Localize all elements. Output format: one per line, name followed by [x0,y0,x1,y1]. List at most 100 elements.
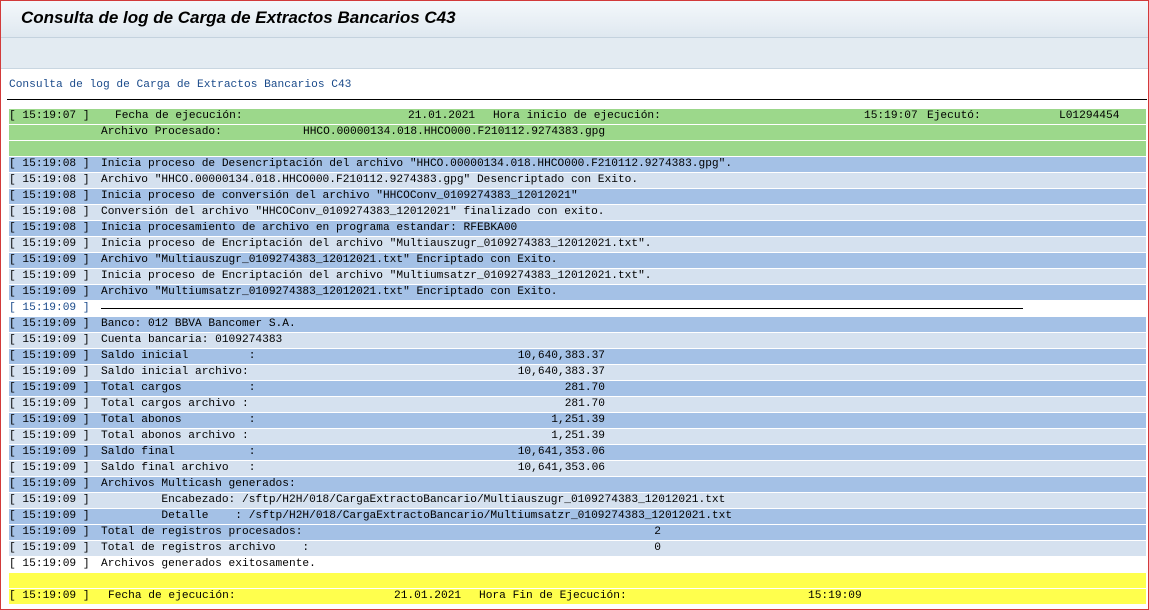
log-message: Total cargos archivo : [101,398,249,410]
timestamp: [ 15:19:09 ] [9,302,90,314]
timestamp: [ 15:19:09 ] [9,542,90,554]
timestamp: [ 15:19:08 ] [9,158,90,170]
log-message: Conversión del archivo "HHCOConv_0109274… [101,206,605,218]
log-message: Archivo "Multiumsatzr_0109274383_1201202… [101,286,558,298]
log-row: [ 15:19:08 ] Inicia proceso de conversión… [9,189,1146,204]
timestamp: [ 15:19:09 ] [9,334,90,346]
log-message: Saldo inicial archivo: [101,366,249,378]
timestamp: [ 15:19:07 ] [9,110,90,122]
timestamp: [ 15:19:09 ] [9,462,90,474]
log-message: Total de registros archivo : [101,542,310,554]
log-row: [ 15:19:09 ] Cuenta bancaria: 0109274383 [9,333,1146,348]
archivo-label: Archivo Procesado: [101,126,222,138]
timestamp: [ 15:19:09 ] [9,446,90,458]
hora-label: Hora Fin de Ejecución: [479,590,627,602]
log-row: [ 15:19:08 ] Inicia proceso de Desencript… [9,157,1146,172]
log-value: 10,640,383.37 [517,350,605,362]
log-row: [ 15:19:09 ] Total abonos : 1,251.39 [9,413,1146,428]
log-message: Saldo inicial : [101,350,256,362]
fecha-value: 21.01.2021 [408,110,476,122]
timestamp: [ 15:19:09 ] [9,558,90,570]
log-message: Banco: 012 BBVA Bancomer S.A. [101,318,296,330]
timestamp: [ 15:19:09 ] [9,254,90,266]
window-title: Consulta de log de Carga de Extractos Ba… [21,8,456,27]
final-message: Archivos generados exitosamente. [101,558,316,570]
timestamp: [ 15:19:09 ] [9,270,90,282]
log-message: Inicia proceso de Desencriptación del ar… [101,158,733,170]
archivo-value: HHCO.00000134.018.HHCO000.F210112.927438… [303,126,606,138]
log-value: 1,251.39 [551,414,605,426]
summary-list: [ 15:19:09 ] Banco: 012 BBVA Bancomer S.A… [9,317,1146,524]
timestamp: [ 15:19:08 ] [9,190,90,202]
timestamp: [ 15:19:09 ] [9,286,90,298]
ejecuto-value: L01294454 [1059,110,1120,122]
log-row: [ 15:19:09 ] Saldo inicial : 10,640,383.37 [9,349,1146,364]
log-row: [ 15:19:09 ] Saldo final archivo : 10,641,… [9,461,1146,476]
log-row: [ 15:19:09 ] Archivo "Multiumsatzr_010927… [9,285,1146,300]
log-row: [ 15:19:09 ] Detalle : /sftp/H2H/018/Car… [9,509,1146,524]
log-message: Archivo "Multiauszugr_0109274383_1201202… [101,254,558,266]
footer-blank-row [9,573,1146,588]
log-value: 0 [654,542,661,554]
timestamp: [ 15:19:09 ] [9,318,90,330]
timestamp: [ 15:19:09 ] [9,366,90,378]
timestamp: [ 15:19:08 ] [9,206,90,218]
registros-list: [ 15:19:09 ] Total de registros procesado… [9,525,1146,556]
timestamp: [ 15:19:09 ] [9,478,90,490]
log-row: [ 15:19:08 ] Conversión del archivo "HHCO… [9,205,1146,220]
log-row: [ 15:19:09 ] Total abonos archivo : 1,251.… [9,429,1146,444]
timestamp: [ 15:19:09 ] [9,398,90,410]
title-bar: Consulta de log de Carga de Extractos Ba… [1,1,1148,38]
fecha-value: 21.01.2021 [394,590,462,602]
log-row: [ 15:19:09 ] Archivo "Multiauszugr_010927… [9,253,1146,268]
log-message: Total abonos archivo : [101,430,249,442]
timestamp: [ 15:19:09 ] [9,382,90,394]
log-value: 2 [654,526,661,538]
log-row: [ 15:19:08 ] Archivo "HHCO.00000134.018.H… [9,173,1146,188]
log-message: Inicia proceso de conversión del archivo… [101,190,578,202]
log-value: 10,640,383.37 [517,366,605,378]
log-message: Total cargos : [101,382,256,394]
log-message: Cuenta bancaria: 0109274383 [101,334,283,346]
final-message-row: [ 15:19:09 ] Archivos generados exitosam… [9,557,1146,572]
log-row: [ 15:19:09 ] Saldo final : 10,641,353.06 [9,445,1146,460]
timestamp: [ 15:19:09 ] [9,510,90,522]
log-row: [ 15:19:09 ] Encabezado: /sftp/H2H/018/C… [9,493,1146,508]
timestamp: [ 15:19:09 ] [9,494,90,506]
timestamp: [ 15:19:09 ] [9,414,90,426]
log-value: 10,641,353.06 [517,446,605,458]
timestamp: [ 15:19:09 ] [9,430,90,442]
ejecuto-label: Ejecutó: [927,110,981,122]
log-message: Inicia proceso de Encriptación del archi… [101,238,652,250]
fecha-label: Fecha de ejecución: [108,590,236,602]
log-message: Total de registros procesados: [101,526,303,538]
log-row: [ 15:19:09 ] Inicia proceso de Encriptaci… [9,237,1146,252]
separator-line [7,99,1147,100]
footer-row: [ 15:19:09 ] Fecha de ejecución: 21.01.2… [9,589,1146,604]
report-window: Consulta de log de Carga de Extractos Ba… [0,0,1149,610]
log-value: 10,641,353.06 [517,462,605,474]
log-message: Inicia proceso de Encriptación del archi… [101,270,652,282]
timestamp: [ 15:19:09 ] [9,350,90,362]
process-log: [ 15:19:08 ] Inicia proceso de Desencript… [9,157,1146,300]
hora-value: 15:19:07 [864,110,918,122]
log-row: [ 15:19:09 ] Total cargos archivo : 281.70 [9,397,1146,412]
log-message: Archivo "HHCO.00000134.018.HHCO000.F2101… [101,174,639,186]
timestamp: [ 15:19:09 ] [9,238,90,250]
report-subtitle: Consulta de log de Carga de Extractos Ba… [9,79,352,91]
log-message: Saldo final archivo : [101,462,256,474]
log-message: Inicia procesamiento de archivo en progr… [101,222,518,234]
log-message: Detalle : /sftp/H2H/018/CargaExtractoBan… [101,510,733,522]
hora-label: Hora inicio de ejecución: [493,110,661,122]
log-message: Total abonos : [101,414,256,426]
timestamp: [ 15:19:09 ] [9,526,90,538]
log-value: 1,251.39 [551,430,605,442]
divider-row: [ 15:19:09 ] [9,301,1146,316]
header-row-blank [9,141,1146,156]
divider-line [101,308,1023,309]
log-row: [ 15:19:09 ] Inicia proceso de Encriptaci… [9,269,1146,284]
log-value: 281.70 [564,382,605,394]
log-message: Encabezado: /sftp/H2H/018/CargaExtractoB… [101,494,726,506]
fecha-label: Fecha de ejecución: [115,110,243,122]
log-row: [ 15:19:09 ] Total de registros procesado… [9,525,1146,540]
